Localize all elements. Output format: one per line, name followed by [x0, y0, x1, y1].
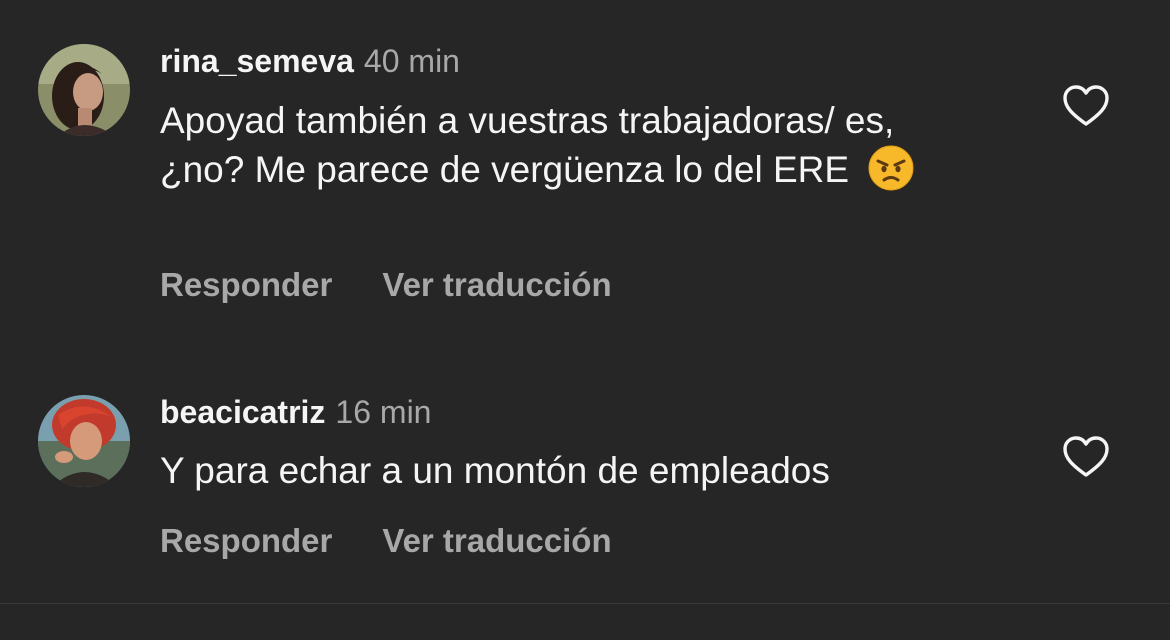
comment-actions: Responder Ver traducción	[160, 522, 612, 560]
avatar[interactable]	[38, 44, 130, 136]
comment-text-content: Apoyad también a vuestras trabajadoras/ …	[160, 100, 895, 190]
comment-text-content: Y para echar a un montón de empleados	[160, 450, 830, 491]
comment-time: 40 min	[363, 43, 460, 79]
comment-item: rina_semeva 40 min Apoyad también a vuest…	[0, 0, 1170, 340]
angry-face-emoji	[868, 145, 914, 191]
avatar[interactable]	[38, 395, 130, 487]
comment-time: 16 min	[335, 394, 432, 430]
see-translation-button[interactable]: Ver traducción	[382, 266, 611, 303]
comment-text: Y para echar a un montón de empleados	[160, 447, 980, 494]
reply-button[interactable]: Responder	[160, 266, 332, 303]
reply-button[interactable]: Responder	[160, 522, 332, 559]
comment-header: rina_semeva 40 min	[160, 43, 460, 79]
username[interactable]: beacicatriz	[160, 394, 325, 430]
comment-item: beacicatriz 16 min Y para echar a un mont…	[0, 340, 1170, 602]
comment-header: beacicatriz 16 min	[160, 394, 431, 430]
comment-text: Apoyad también a vuestras trabajadoras/ …	[160, 97, 980, 193]
heart-outline-icon[interactable]	[1062, 84, 1110, 128]
username[interactable]: rina_semeva	[160, 43, 354, 79]
comment-actions: Responder Ver traducción	[160, 266, 612, 304]
heart-outline-icon[interactable]	[1062, 435, 1110, 479]
see-translation-button[interactable]: Ver traducción	[382, 522, 611, 559]
divider	[0, 603, 1170, 604]
